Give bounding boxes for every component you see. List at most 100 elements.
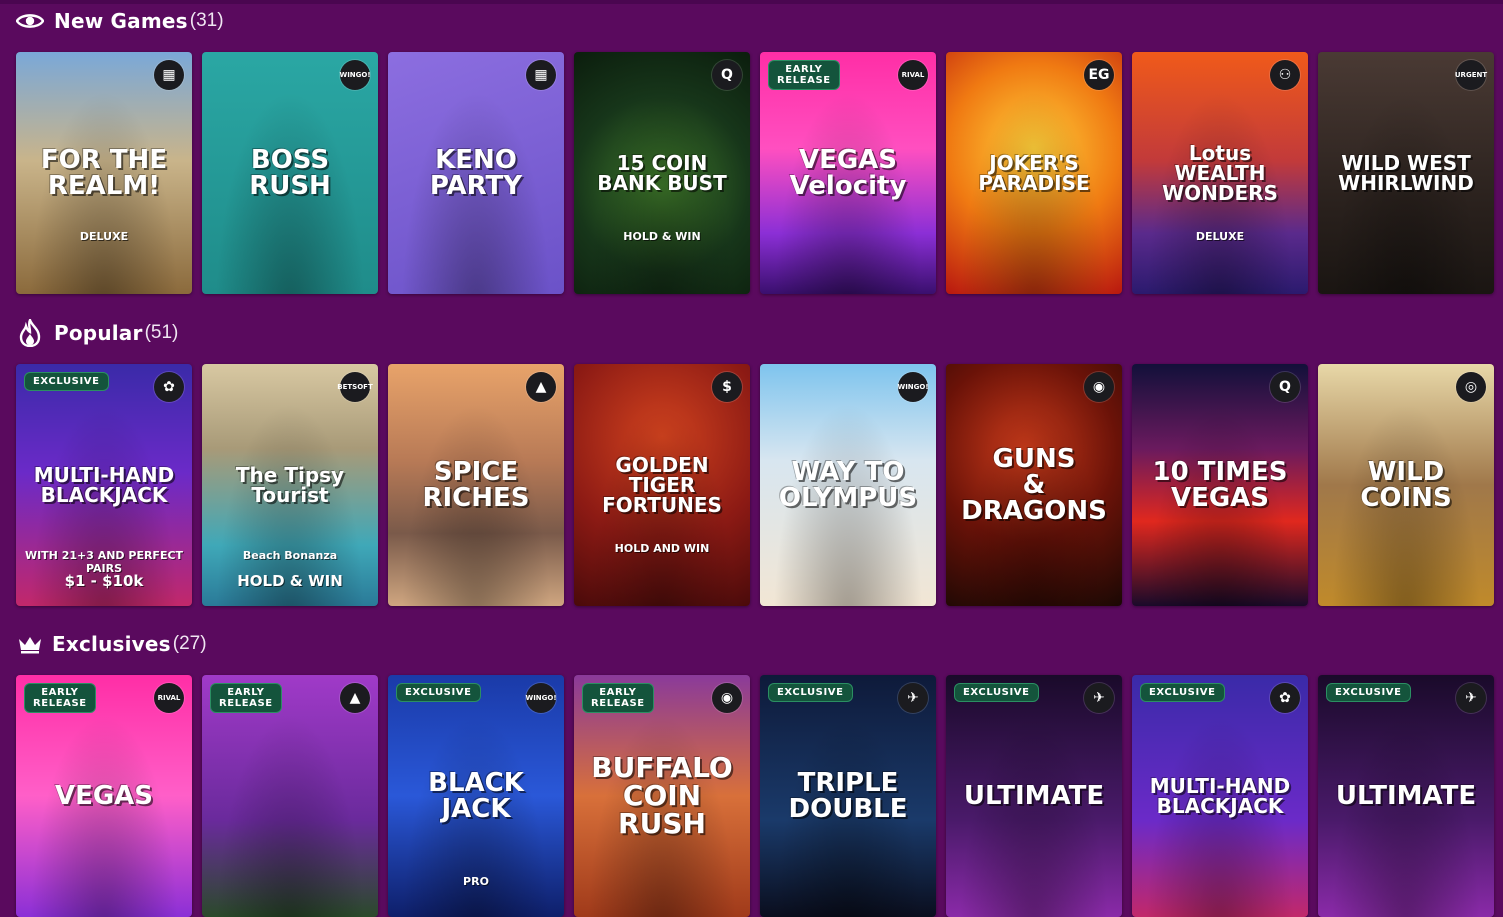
provider-logo-icon: WINGO! [339,60,371,90]
game-tile-ultimate-poker[interactable]: EXCLUSIVE ✈ ULTIMATE [946,675,1122,917]
game-tile-vegas-velocity[interactable]: EARLY RELEASE RIVAL VEGAS Velocity [760,52,936,294]
crown-icon [16,630,44,658]
game-tile-triple-double[interactable]: EXCLUSIVE ✈ TRIPLE DOUBLE [760,675,936,917]
section-title: New Games [54,9,188,33]
game-title: The Tipsy Tourist [235,463,345,507]
game-tile-buffalo-coin-rush[interactable]: EARLY RELEASE ◉ BUFFALO COIN RUSH [574,675,750,917]
provider-logo-icon: WINGO! [897,372,929,402]
flame-icon [16,319,44,347]
tile-badge: EARLY RELEASE [768,60,840,90]
game-subtitle: PRO [463,875,489,888]
game-title: MULTI-HAND BLACKJACK [33,463,175,507]
provider-logo-icon: ▦ [526,60,556,90]
game-tile-15-coin-bank-bust[interactable]: Q 15 COIN BANK BUST HOLD & WIN [574,52,750,294]
game-tile-keno-party[interactable]: ▦ KENO PARTY [388,52,564,294]
game-title: KENO PARTY [429,145,523,201]
provider-logo-icon: ▦ [154,60,184,90]
game-tile-guns-dragons[interactable]: ◉ GUNS & DRAGONS [946,364,1122,606]
game-tile-dragon-game[interactable]: EARLY RELEASE ▲ [202,675,378,917]
game-title: WILD COINS [1360,457,1452,513]
tile-badge: EARLY RELEASE [582,683,654,713]
section-count: (27) [172,633,207,654]
game-tile-for-the-realm-deluxe[interactable]: ▦ FOR THE REALM! DELUXE [16,52,192,294]
game-tile-the-tipsy-tourist-beach-bonanza[interactable]: BETSOFT The Tipsy Tourist Beach Bonanza HOL… [202,364,378,606]
provider-logo-icon: $ [712,372,742,402]
eye-icon [16,7,44,35]
game-tile-ultimate-poker[interactable]: EXCLUSIVE ✈ ULTIMATE [1318,675,1494,917]
provider-logo-icon: ✿ [1270,683,1300,713]
game-title: 10 TIMES VEGAS [1152,457,1288,513]
provider-logo-icon: RIVAL [898,60,928,90]
provider-logo-icon: ✈ [898,683,928,713]
tile-badge: EXCLUSIVE [1326,683,1411,702]
game-title: VEGAS Velocity [789,145,907,201]
tile-badge: EXCLUSIVE [396,683,481,702]
game-tile-golden-tiger-fortunes[interactable]: $ GOLDEN TIGER FORTUNES HOLD AND WIN [574,364,750,606]
provider-logo-icon: Q [1270,372,1300,402]
provider-logo-icon: ◎ [1456,372,1486,402]
game-tagline: $1 - $10k [64,572,144,590]
section-popular: Popular (51) EXCLUSIVE ✿ MULTI-HAND BLACKJ… [16,316,1503,606]
game-title: TRIPLE DOUBLE [788,768,908,824]
provider-logo-icon: Q [712,60,742,90]
game-title: GOLDEN TIGER FORTUNES [602,453,722,517]
tile-badge: EXCLUSIVE [768,683,853,702]
game-tile-boss-rush[interactable]: WINGO! BOSS RUSH [202,52,378,294]
section-count: (51) [144,322,179,343]
tile-badge: EXCLUSIVE [24,372,109,391]
game-title: JOKER'S PARADISE [978,151,1090,195]
tile-badge: EXCLUSIVE [1140,683,1225,702]
game-tile-joker-s-paradise[interactable]: EG JOKER'S PARADISE [946,52,1122,294]
provider-logo-icon: BETSOFT [337,372,373,402]
games-row: ▦ FOR THE REALM! DELUXE WINGO! BOSS RUSH ▦ KEN… [16,52,1503,294]
tile-badge: EXCLUSIVE [954,683,1039,702]
provider-logo-icon: ▲ [526,372,556,402]
game-title: VEGAS [54,781,154,811]
tile-badge: EARLY RELEASE [24,683,96,713]
section-exclusives: Exclusives (27) EARLY RELEASE RIVAL VEGAS E… [16,627,1503,917]
game-tile-multi-hand-blackjack[interactable]: EXCLUSIVE ✿ MULTI-HAND BLACKJACK [1132,675,1308,917]
provider-logo-icon: URGENT [1455,60,1487,90]
provider-logo-icon: ✈ [1084,683,1114,713]
game-tagline: HOLD & WIN [237,572,343,590]
section-header[interactable]: New Games (31) [16,4,1503,38]
game-tile-blackjack-pro[interactable]: EXCLUSIVE WINGO! BLACK JACK PRO [388,675,564,917]
game-title: BLACK JACK [428,768,524,824]
games-row: EXCLUSIVE ✿ MULTI-HAND BLACKJACK WITH 21+3 … [16,364,1503,606]
tile-badge: EARLY RELEASE [210,683,282,713]
games-row: EARLY RELEASE RIVAL VEGAS EARLY RELEASE ▲ EXC… [16,675,1503,917]
provider-logo-icon: RIVAL [154,683,184,713]
provider-logo-icon: ✿ [154,372,184,402]
game-tile-10-times-vegas[interactable]: Q 10 TIMES VEGAS [1132,364,1308,606]
game-title: WILD WEST WHIRLWIND [1338,151,1474,195]
game-tile-spice-riches[interactable]: ▲ SPICE RICHES [388,364,564,606]
game-tile-wild-west-whirlwind[interactable]: URGENT WILD WEST WHIRLWIND [1318,52,1494,294]
game-tile-wild-coins[interactable]: ◎ WILD COINS [1318,364,1494,606]
provider-logo-icon: ⚇ [1270,60,1300,90]
section-count: (31) [189,10,224,31]
provider-logo-icon: ◉ [712,683,742,713]
section-title: Exclusives [52,632,171,656]
game-title: GUNS & DRAGONS [961,444,1107,526]
game-subtitle: HOLD & WIN [623,230,701,243]
game-title: ULTIMATE [1335,781,1477,811]
section-new-games: New Games (31) ▦ FOR THE REALM! DELUXE WING… [16,4,1503,294]
game-title: 15 COIN BANK BUST [597,151,727,195]
game-title: SPICE RICHES [422,457,530,513]
section-header[interactable]: Popular (51) [16,316,1503,350]
game-title: BUFFALO COIN RUSH [591,751,733,840]
game-tile-way-to-olympus[interactable]: WINGO! WAY TO OLYMPUS [760,364,936,606]
game-title: MULTI-HAND BLACKJACK [1149,774,1291,818]
section-title: Popular [54,321,143,345]
game-tile-multi-hand-blackjack[interactable]: EXCLUSIVE ✿ MULTI-HAND BLACKJACK WITH 21+3 … [16,364,192,606]
game-tile-lotus-wealth-wonders-deluxe[interactable]: ⚇ Lotus WEALTH WONDERS DELUXE [1132,52,1308,294]
game-title: WAY TO OLYMPUS [778,457,918,513]
game-subtitle: HOLD AND WIN [614,542,710,555]
game-tile-vegas-velocity[interactable]: EARLY RELEASE RIVAL VEGAS [16,675,192,917]
game-title: Lotus WEALTH WONDERS [1162,141,1278,205]
provider-logo-icon: ◉ [1084,372,1114,402]
game-subtitle: DELUXE [79,230,129,243]
section-header[interactable]: Exclusives (27) [16,627,1503,661]
provider-logo-icon: ✈ [1456,683,1486,713]
game-subtitle: Beach Bonanza [242,549,338,562]
